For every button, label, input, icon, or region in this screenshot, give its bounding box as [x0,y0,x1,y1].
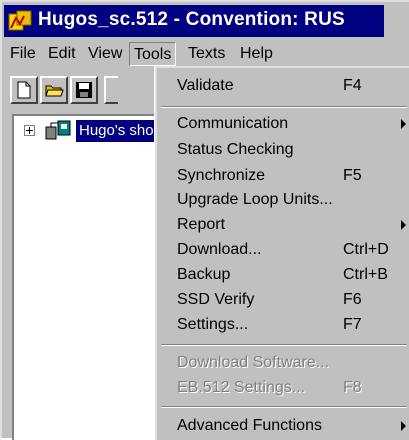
app-icon [8,10,32,32]
menu-item-label: Validate [177,77,234,94]
new-button[interactable] [10,76,38,104]
menu-item-shortcut: F4 [343,77,362,94]
menu-separator [161,106,407,108]
menu-item-upgrade-loop-units[interactable]: Upgrade Loop Units... [157,188,409,212]
menu-item-download[interactable]: Download... Ctrl+D [157,238,409,262]
menu-item-label: Advanced Functions [177,417,322,434]
menu-item-validate[interactable]: Validate F4 [157,74,409,98]
menu-item-advanced-functions[interactable]: Advanced Functions [157,414,409,438]
menu-item-label: Synchronize [177,167,266,184]
menu-separator [161,406,407,408]
toolbar-button-partial[interactable] [104,76,118,104]
site-node-icon [44,119,72,148]
menu-item-shortcut: Ctrl+B [343,266,388,283]
menu-item-label: EB.512 Settings... [177,379,306,396]
menu-item-settings[interactable]: Settings... F7 [157,313,409,337]
menu-item-status-checking[interactable]: Status Checking [157,138,409,162]
menu-item-communication[interactable]: Communication [157,112,409,136]
menu-item-report[interactable]: Report [157,213,409,237]
window-title: Hugos_sc.512 - Convention: RUS [38,9,345,30]
title-bar[interactable]: Hugos_sc.512 - Convention: RUS [4,5,384,37]
tree-node-label[interactable]: Hugo's sho [76,120,157,142]
menu-item-label: Communication [177,115,289,132]
menu-item-backup[interactable]: Backup Ctrl+B [157,263,409,287]
menu-item-label: Download... [177,241,262,258]
open-button[interactable] [40,76,68,104]
menu-view[interactable]: View [84,42,126,66]
menu-file[interactable]: File [6,42,40,66]
menu-item-label: Upgrade Loop Units... [177,191,333,208]
menu-item-label: Backup [177,266,231,283]
menu-item-label: Settings... [177,316,249,333]
save-button[interactable] [70,76,98,104]
menu-item-shortcut: F6 [343,291,362,308]
menu-item-label: SSD Verify [177,291,255,308]
tools-menu: Validate F4 Communication Status Checkin… [155,66,409,440]
menu-item-download-software: Download Software... [157,351,409,375]
menu-separator [161,344,407,346]
menu-item-ssd-verify[interactable]: SSD Verify F6 [157,288,409,312]
submenu-arrow-icon [401,119,406,129]
menu-help[interactable]: Help [236,42,277,66]
menu-item-synchronize[interactable]: Synchronize F5 [157,164,409,188]
application-window: Hugos_sc.512 - Convention: RUS File Edit… [0,0,409,440]
menu-edit[interactable]: Edit [44,42,80,66]
menu-texts[interactable]: Texts [184,42,229,66]
tree-panel: Hugo's sho [12,114,172,440]
menu-item-shortcut: F8 [343,379,362,396]
submenu-arrow-icon [401,421,406,431]
submenu-arrow-icon [401,220,406,230]
tree-expand-toggle[interactable] [24,125,35,136]
menu-tools[interactable]: Tools [129,42,177,66]
menu-item-shortcut: F5 [343,167,362,184]
menu-item-eb512-settings: EB.512 Settings... F8 [157,376,409,400]
menu-item-shortcut: Ctrl+D [343,241,389,258]
menu-item-label: Status Checking [177,141,294,158]
menu-item-label: Report [177,216,226,233]
menu-item-label: Download Software... [177,354,330,371]
menu-item-shortcut: F7 [343,316,362,333]
